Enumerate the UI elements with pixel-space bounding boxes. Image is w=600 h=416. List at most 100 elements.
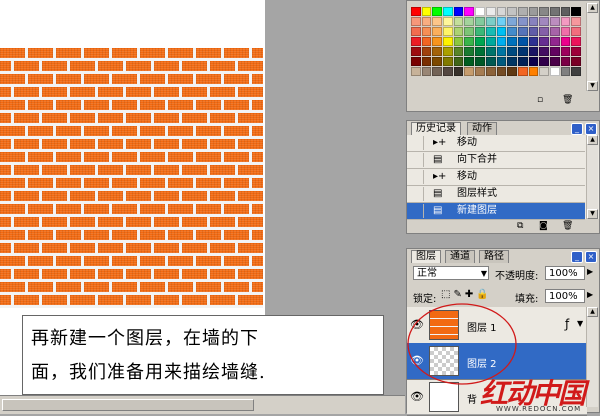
snapshot-checkbox[interactable]	[409, 170, 424, 184]
color-swatch[interactable]	[517, 57, 528, 66]
history-item[interactable]: ▤ 向下合并	[407, 152, 585, 169]
color-swatch[interactable]	[475, 67, 485, 76]
delete-swatch-icon[interactable]: 🗑	[562, 95, 573, 105]
color-swatch[interactable]	[507, 37, 517, 46]
color-swatch[interactable]	[464, 17, 475, 26]
color-swatch[interactable]	[485, 7, 496, 16]
color-swatch[interactable]	[517, 27, 528, 36]
history-item[interactable]: ▸+ 移动	[407, 135, 585, 152]
color-swatch[interactable]	[453, 17, 464, 26]
color-swatch[interactable]	[443, 67, 453, 76]
color-swatch[interactable]	[453, 37, 464, 46]
scroll-up-arrow-icon[interactable]: ▲	[587, 3, 598, 13]
fill-slider-icon[interactable]: ▶	[587, 290, 593, 299]
color-swatch[interactable]	[432, 47, 443, 56]
color-swatch[interactable]	[453, 7, 464, 16]
color-swatch[interactable]	[453, 27, 464, 36]
color-swatch[interactable]	[475, 57, 485, 66]
color-swatch[interactable]	[464, 37, 475, 46]
color-swatch[interactable]	[443, 7, 453, 16]
color-swatch[interactable]	[443, 27, 453, 36]
color-swatch[interactable]	[539, 37, 549, 46]
history-item-selected[interactable]: ▤ 新建图层	[407, 203, 585, 220]
color-swatch[interactable]	[411, 37, 421, 46]
color-swatch[interactable]	[507, 7, 517, 16]
color-swatch[interactable]	[411, 47, 421, 56]
color-swatch[interactable]	[496, 27, 507, 36]
color-swatch[interactable]	[517, 7, 528, 16]
color-swatch[interactable]	[485, 57, 496, 66]
color-swatch[interactable]	[528, 37, 539, 46]
color-swatch[interactable]	[539, 57, 549, 66]
color-swatch[interactable]	[464, 67, 475, 76]
color-swatch[interactable]	[464, 47, 475, 56]
color-swatch[interactable]	[560, 7, 571, 16]
color-swatch[interactable]	[453, 67, 464, 76]
color-swatch[interactable]	[517, 17, 528, 26]
color-swatch[interactable]	[432, 37, 443, 46]
scroll-up-arrow-icon[interactable]: ▲	[587, 135, 598, 145]
color-swatch[interactable]	[496, 67, 507, 76]
color-swatch[interactable]	[560, 57, 571, 66]
color-swatch[interactable]	[432, 57, 443, 66]
chevron-down-icon[interactable]: ▼	[577, 319, 583, 328]
color-swatch[interactable]	[485, 67, 496, 76]
color-swatch[interactable]	[507, 17, 517, 26]
color-swatch[interactable]	[571, 27, 581, 36]
color-swatch[interactable]	[507, 27, 517, 36]
color-swatch[interactable]	[421, 37, 432, 46]
color-swatch[interactable]	[528, 17, 539, 26]
blend-mode-select[interactable]: 正常 ▼	[413, 266, 489, 280]
tab-history[interactable]: 历史记录	[411, 122, 461, 135]
color-swatch[interactable]	[517, 67, 528, 76]
eye-icon[interactable]: 👁	[409, 389, 425, 405]
minimize-icon[interactable]: _	[571, 251, 583, 263]
color-swatch[interactable]	[443, 37, 453, 46]
color-swatch[interactable]	[539, 17, 549, 26]
color-swatch[interactable]	[411, 27, 421, 36]
color-swatch[interactable]	[485, 47, 496, 56]
color-swatch[interactable]	[464, 57, 475, 66]
color-swatch[interactable]	[432, 7, 443, 16]
color-swatch[interactable]	[485, 17, 496, 26]
color-swatch[interactable]	[571, 47, 581, 56]
minimize-icon[interactable]: _	[571, 123, 583, 135]
scroll-thumb[interactable]	[2, 399, 254, 411]
color-swatch[interactable]	[528, 57, 539, 66]
color-swatch[interactable]	[485, 27, 496, 36]
opacity-slider-icon[interactable]: ▶	[587, 267, 593, 276]
tab-paths[interactable]: 路径	[479, 250, 509, 263]
color-swatch[interactable]	[421, 57, 432, 66]
color-swatch[interactable]	[421, 47, 432, 56]
color-swatch[interactable]	[571, 67, 581, 76]
color-swatch[interactable]	[528, 67, 539, 76]
color-swatch[interactable]	[560, 47, 571, 56]
color-swatch[interactable]	[464, 27, 475, 36]
layer-style-icon[interactable]: ƒ	[565, 317, 569, 331]
color-swatch[interactable]	[475, 7, 485, 16]
history-scrollbar[interactable]: ▲ ▼	[586, 135, 598, 219]
color-swatch[interactable]	[421, 67, 432, 76]
color-swatch[interactable]	[496, 57, 507, 66]
color-swatch[interactable]	[517, 37, 528, 46]
tab-channels[interactable]: 通道	[445, 250, 475, 263]
color-swatch[interactable]	[539, 7, 549, 16]
color-swatch[interactable]	[571, 57, 581, 66]
snapshot-checkbox[interactable]	[409, 153, 424, 167]
color-swatch[interactable]	[507, 47, 517, 56]
scroll-down-arrow-icon[interactable]: ▼	[587, 81, 598, 91]
snapshot-checkbox[interactable]	[409, 136, 424, 150]
color-swatch[interactable]	[443, 47, 453, 56]
color-swatch[interactable]	[549, 57, 560, 66]
color-swatch[interactable]	[507, 67, 517, 76]
color-swatch[interactable]	[475, 17, 485, 26]
color-swatch[interactable]	[539, 27, 549, 36]
snapshot-icon[interactable]: ◙	[539, 221, 548, 231]
color-swatch[interactable]	[528, 47, 539, 56]
color-swatch[interactable]	[528, 27, 539, 36]
color-swatch[interactable]	[453, 57, 464, 66]
color-swatch[interactable]	[560, 67, 571, 76]
close-icon[interactable]: ×	[585, 251, 597, 263]
lock-icons[interactable]: ⬚✎✚🔒	[441, 289, 492, 300]
scroll-up-arrow-icon[interactable]: ▲	[587, 307, 598, 317]
